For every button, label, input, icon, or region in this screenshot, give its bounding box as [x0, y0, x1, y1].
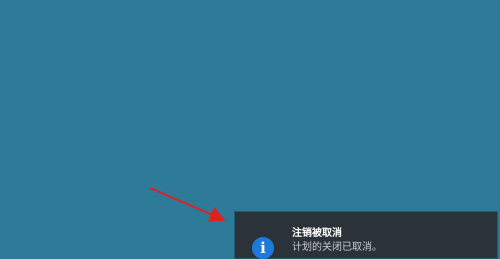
notification-title: 注销被取消 [292, 228, 342, 239]
notification-toast[interactable]: i 注销被取消 计划的关闭已取消。 [235, 212, 497, 259]
info-icon: i [252, 237, 274, 259]
notification-message: 计划的关闭已取消。 [292, 242, 382, 253]
